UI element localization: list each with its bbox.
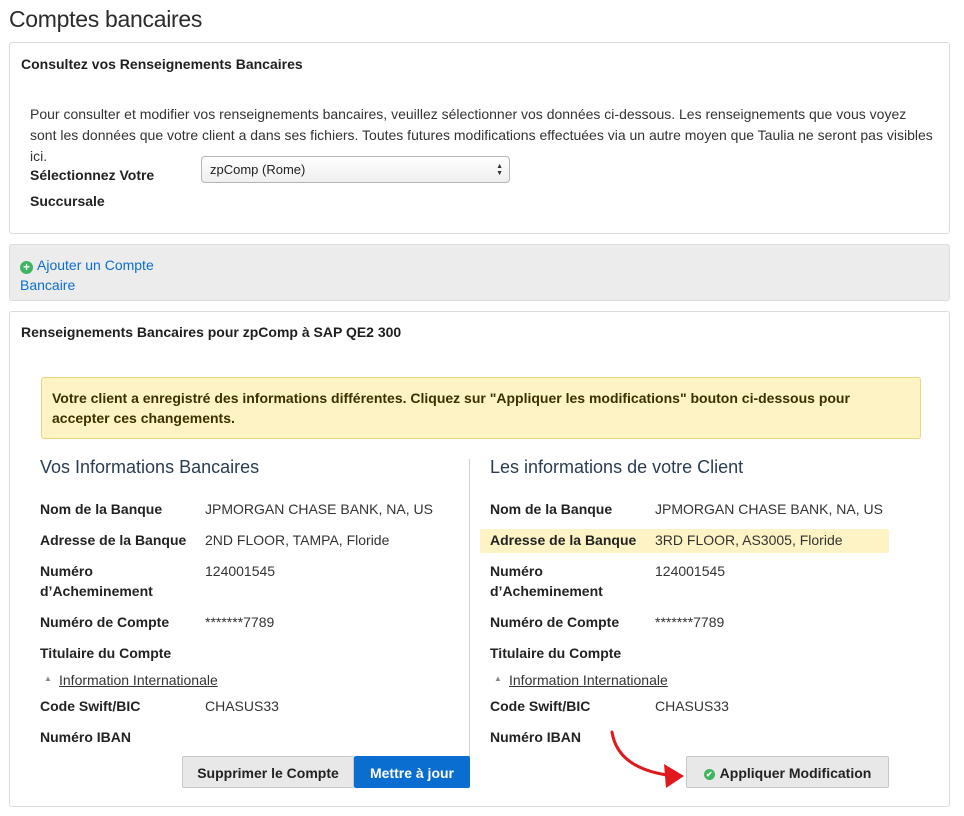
field-label: Nom de la Banque (40, 501, 163, 517)
plus-circle-icon: + (20, 261, 33, 274)
details-title: Renseignements Bancaires pour zpComp à S… (21, 324, 402, 340)
field-label: Numéro d’Acheminement (40, 563, 153, 599)
delete-account-button[interactable]: Supprimer le Compte (182, 756, 354, 788)
field-value: JPMORGAN CHASE BANK, NA, US (655, 501, 883, 517)
field-value: CHASUS33 (655, 698, 729, 714)
field-label: Numéro de Compte (40, 614, 170, 630)
update-button[interactable]: Mettre à jour (354, 756, 470, 788)
apply-modification-label: Appliquer Modification (719, 765, 872, 781)
field-label: Adresse de la Banque (40, 532, 187, 548)
branch-label: Sélectionnez Votre Succursale (30, 167, 155, 209)
field-label: Code Swift/BIC (490, 698, 591, 714)
changes-alert: Votre client a enregistré des informatio… (41, 377, 921, 439)
select-arrows-icon: ▲ ▼ (496, 163, 503, 177)
field-label: Nom de la Banque (490, 501, 613, 517)
caret-up-icon: ▲ (44, 674, 52, 683)
check-circle-icon: ✔ (703, 769, 715, 780)
add-account-link[interactable]: + Ajouter un Compte Bancaire (20, 255, 180, 295)
field-value: JPMORGAN CHASE BANK, NA, US (205, 501, 433, 517)
details-panel: Renseignements Bancaires pour zpComp à S… (9, 311, 950, 807)
field-value: *******7789 (655, 614, 725, 630)
page-title: Comptes bancaires (9, 6, 203, 32)
add-account-label: Ajouter un Compte Bancaire (20, 257, 154, 293)
annotation-arrow-icon (610, 730, 684, 788)
left-intl-toggle[interactable]: Information Internationale (59, 672, 218, 688)
field-value: *******7789 (205, 614, 275, 630)
field-value: CHASUS33 (205, 698, 279, 714)
branch-select-value: zpComp (Rome) (210, 162, 306, 177)
right-column-title: Les informations de votre Client (490, 457, 744, 477)
column-divider (469, 459, 470, 785)
branch-select[interactable]: zpComp (Rome) ▲ ▼ (201, 156, 510, 183)
consult-title: Consultez vos Renseignements Bancaires (21, 56, 303, 72)
apply-modification-button[interactable]: ✔ Appliquer Modification (686, 756, 889, 788)
field-value: 2ND FLOOR, TAMPA, Floride (205, 532, 390, 548)
field-label: Adresse de la Banque (490, 532, 637, 548)
consult-panel: Consultez vos Renseignements Bancaires P… (9, 42, 950, 234)
field-label: Numéro de Compte (490, 614, 620, 630)
field-label: Titulaire du Compte (40, 645, 172, 661)
caret-up-icon: ▲ (494, 674, 502, 683)
field-label: Titulaire du Compte (490, 645, 622, 661)
field-label: Code Swift/BIC (40, 698, 141, 714)
field-value: 124001545 (205, 563, 276, 579)
add-account-bar: + Ajouter un Compte Bancaire (9, 244, 950, 301)
field-value: 3RD FLOOR, AS3005, Floride (655, 532, 843, 548)
field-label: Numéro d’Acheminement (490, 563, 603, 599)
right-intl-toggle[interactable]: Information Internationale (509, 672, 668, 688)
field-value: 124001545 (655, 563, 726, 579)
left-column-title: Vos Informations Bancaires (40, 457, 260, 477)
field-label: Numéro IBAN (40, 729, 132, 745)
